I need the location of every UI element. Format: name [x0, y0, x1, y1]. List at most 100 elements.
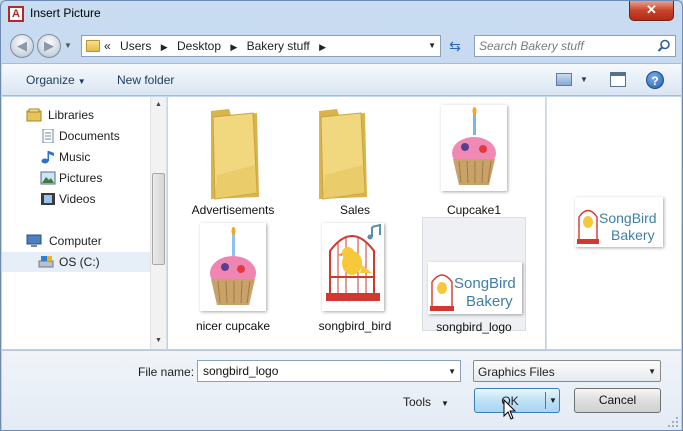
refresh-icon[interactable]: ⇆	[445, 37, 465, 55]
search-icon[interactable]	[657, 39, 671, 53]
songbird-logo-icon: SongBird Bakery	[430, 274, 516, 311]
preview-pane: SongBird Bakery	[546, 97, 681, 349]
filename-label: File name:	[138, 365, 195, 379]
scroll-up-icon[interactable]: ▲	[155, 101, 162, 108]
help-icon[interactable]: ?	[646, 71, 664, 89]
ok-options-dropdown[interactable]: ▼	[549, 396, 557, 405]
breadcrumb: « Users ▶ Desktop ▶ Bakery stuff ▶	[104, 39, 332, 53]
breadcrumb-arrow-icon[interactable]: ▶	[230, 42, 237, 52]
breadcrumb-overflow[interactable]: «	[104, 39, 111, 53]
image-thumbnail: SongBird Bakery	[428, 262, 522, 314]
image-thumbnail	[200, 223, 266, 311]
mouse-pointer-icon	[503, 399, 517, 420]
nav-item-label: Music	[59, 150, 91, 164]
pictures-icon	[40, 171, 56, 185]
bird-cage-icon	[326, 223, 381, 301]
cupcake-icon	[452, 107, 496, 185]
address-history-dropdown[interactable]: ▼	[428, 41, 436, 50]
file-item-sales[interactable]: Sales	[303, 99, 407, 217]
file-item-nicer-cupcake[interactable]: nicer cupcake	[181, 217, 285, 333]
documents-icon	[42, 129, 54, 143]
nav-item-label: Libraries	[48, 108, 95, 122]
image-thumbnail	[441, 105, 507, 191]
scroll-down-icon[interactable]: ▼	[155, 337, 162, 344]
nav-scrollbar[interactable]: ▲ ▼	[150, 97, 166, 349]
resize-grip-icon[interactable]	[667, 416, 679, 428]
search-box[interactable]	[474, 35, 676, 57]
nav-item-label: Computer	[49, 234, 102, 248]
file-type-select[interactable]: Graphics Files ▼	[473, 360, 661, 382]
nav-item-pictures[interactable]: Pictures	[2, 168, 150, 188]
logo-text-line1: SongBird	[454, 275, 516, 292]
nav-item-videos[interactable]: Videos	[2, 189, 150, 209]
logo-text-line1: SongBird	[599, 210, 657, 226]
preview-image: SongBird Bakery	[575, 197, 663, 247]
recent-locations-dropdown[interactable]: ▼	[64, 41, 72, 50]
breadcrumb-arrow-icon[interactable]: ▶	[161, 42, 168, 52]
logo-text-line2: Bakery	[611, 227, 655, 243]
nav-item-label: OS (C:)	[59, 255, 100, 269]
file-item-advertisements[interactable]: Advertisements	[181, 99, 285, 217]
nav-item-label: Documents	[59, 129, 120, 143]
organize-label: Organize	[26, 73, 75, 87]
nav-item-os-c[interactable]: OS (C:)	[2, 252, 150, 272]
folder-icon	[211, 109, 259, 200]
organize-menu[interactable]: Organize ▼	[26, 73, 86, 87]
songbird-logo-icon: SongBird Bakery	[577, 209, 657, 244]
tools-label: Tools	[403, 395, 432, 409]
logo-text-line2: Bakery	[466, 293, 513, 310]
view-options-dropdown[interactable]: ▼	[580, 75, 588, 84]
nav-item-label: Pictures	[59, 171, 103, 185]
filename-combobox[interactable]: ▼	[197, 360, 461, 382]
nav-item-libraries[interactable]: Libraries	[2, 105, 150, 125]
folder-icon	[86, 40, 100, 52]
file-name: Cupcake1	[446, 203, 502, 217]
file-type-value: Graphics Files	[478, 365, 555, 379]
file-item-songbird-bird[interactable]: songbird_bird	[303, 217, 407, 333]
preview-pane-icon[interactable]	[610, 72, 626, 87]
file-list: Advertisements Sales Cupcake1 nicer cupc…	[168, 97, 545, 349]
back-button[interactable]: ◀	[10, 34, 34, 58]
search-input[interactable]	[477, 37, 652, 55]
navigation-pane: Libraries Documents Music Pictures Video…	[2, 97, 167, 349]
address-bar[interactable]: « Users ▶ Desktop ▶ Bakery stuff ▶ ▼	[81, 35, 441, 57]
access-app-icon: A	[8, 6, 24, 22]
title-bar: A Insert Picture ✕	[1, 1, 682, 29]
file-item-songbird-logo[interactable]: SongBird Bakery songbird_logo	[422, 217, 526, 334]
nav-item-music[interactable]: Music	[2, 147, 150, 167]
file-item-cupcake1[interactable]: Cupcake1	[422, 99, 526, 217]
file-name: Sales	[339, 203, 371, 217]
chevron-down-icon: ▼	[441, 399, 449, 408]
libraries-icon	[26, 108, 42, 122]
scroll-thumb[interactable]	[152, 173, 165, 265]
chevron-down-icon[interactable]: ▼	[448, 367, 456, 376]
change-view-icon[interactable]	[556, 73, 572, 86]
breadcrumb-desktop[interactable]: Desktop	[177, 39, 221, 53]
chevron-down-icon: ▼	[77, 77, 86, 86]
computer-icon	[26, 234, 42, 247]
file-name: songbird_bird	[318, 319, 392, 333]
tools-menu[interactable]: Tools ▼	[403, 395, 449, 409]
music-icon	[41, 151, 54, 164]
ok-button[interactable]: OK ▼	[474, 388, 560, 413]
folder-icon	[319, 109, 367, 200]
cancel-button[interactable]: Cancel	[574, 388, 661, 413]
chevron-down-icon: ▼	[648, 367, 656, 376]
filename-field[interactable]	[201, 363, 436, 379]
command-toolbar: Organize ▼ New folder ▼ ?	[2, 63, 681, 96]
close-button[interactable]: ✕	[629, 1, 674, 21]
breadcrumb-arrow-icon[interactable]: ▶	[319, 42, 326, 52]
image-thumbnail	[322, 223, 384, 311]
insert-picture-dialog: A Insert Picture ✕ ◀ ▶ ▼ « Users ▶ Deskt…	[0, 0, 683, 431]
nav-item-computer[interactable]: Computer	[2, 231, 150, 251]
nav-item-label: Videos	[59, 192, 96, 206]
cupcake-icon	[210, 227, 256, 305]
new-folder-button[interactable]: New folder	[117, 73, 174, 87]
file-name: songbird_logo	[436, 320, 512, 334]
nav-item-documents[interactable]: Documents	[2, 126, 150, 146]
dialog-footer: File name: ▼ Graphics Files ▼ Tools ▼ OK …	[2, 350, 681, 430]
forward-button[interactable]: ▶	[37, 34, 61, 58]
breadcrumb-users[interactable]: Users	[120, 39, 151, 53]
drive-icon	[38, 256, 54, 268]
breadcrumb-bakery-stuff[interactable]: Bakery stuff	[247, 39, 310, 53]
